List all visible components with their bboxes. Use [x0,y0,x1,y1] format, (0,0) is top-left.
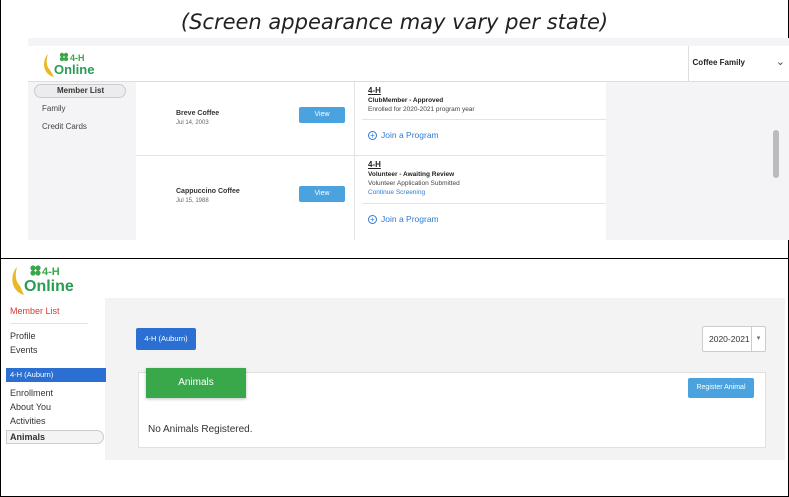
app-header: 4-H Online Coffee Family ⌄ [28,46,789,82]
sidebar-item-family[interactable]: Family [42,104,66,113]
sidebar-item-events[interactable]: Events [10,345,38,355]
member-row: Breve Coffee Jul 14, 2003 View 4-H ClubM… [136,82,606,156]
member-list-panel: Breve Coffee Jul 14, 2003 View 4-H ClubM… [136,82,606,240]
divider [362,119,606,120]
family-screen: 4-H Online Coffee Family ⌄ Member List F… [28,38,789,240]
register-animal-button[interactable]: Register Animal [688,378,754,398]
chevron-down-icon[interactable]: ▾ [751,327,765,351]
4h-online-logo: 4-H Online [12,265,74,295]
4h-online-logo: 4-H Online [44,52,94,77]
view-button[interactable]: View [299,186,345,202]
view-button[interactable]: View [299,107,345,123]
member-note: Volunteer Application Submitted [368,180,460,187]
member-name: Cappuccino Coffee [176,188,240,195]
svg-text:Online: Online [24,278,74,295]
member-row: Cappuccino Coffee Jul 15, 1988 View 4-H … [136,156,606,240]
year-select[interactable]: 2020-2021 ▾ [702,326,766,352]
plus-circle-icon: + [368,215,377,224]
divider [10,323,88,324]
animals-tab-header: Animals [146,368,246,398]
sidebar-item-animals[interactable]: Animals [6,430,104,444]
sidebar-item-profile[interactable]: Profile [10,331,36,341]
member-birthdate: Jul 15, 1988 [176,198,209,204]
sidebar-item-activities[interactable]: Activities [10,416,46,426]
continue-screening-link[interactable]: Continue Screening [368,189,425,196]
join-program-link[interactable]: + Join a Program [368,130,439,140]
sidebar-item-about-you[interactable]: About You [10,402,51,412]
member-birthdate: Jul 14, 2003 [176,120,209,126]
program-link[interactable]: 4-H [368,86,381,95]
member-status: Volunteer - Awaiting Review [368,171,455,178]
chevron-down-icon[interactable]: ⌄ [776,55,785,68]
sidebar-item-member-list[interactable]: Member List [10,306,60,316]
join-program-link[interactable]: + Join a Program [368,214,439,224]
sidebar-item-club[interactable]: 4-H (Auburn) [6,368,106,382]
member-status: ClubMember - Approved [368,97,444,104]
divider [362,203,606,204]
sidebar-item-credit-cards[interactable]: Credit Cards [42,122,87,131]
program-link[interactable]: 4-H [368,160,381,169]
plus-circle-icon: + [368,131,377,140]
sidebar-item-member-list[interactable]: Member List [34,84,126,98]
member-name: Breve Coffee [176,110,220,117]
family-name[interactable]: Coffee Family [693,58,745,67]
year-value: 2020-2021 [709,334,750,344]
svg-text:4-H: 4-H [42,266,60,278]
empty-state-message: No Animals Registered. [148,424,253,435]
sidebar-item-enrollment[interactable]: Enrollment [10,388,53,398]
scrollbar[interactable] [773,130,779,178]
member-note: Enrolled for 2020-2021 program year [368,106,475,113]
svg-text:Online: Online [54,62,94,77]
club-button[interactable]: 4-H (Auburn) [136,328,196,350]
header-divider [688,46,689,82]
